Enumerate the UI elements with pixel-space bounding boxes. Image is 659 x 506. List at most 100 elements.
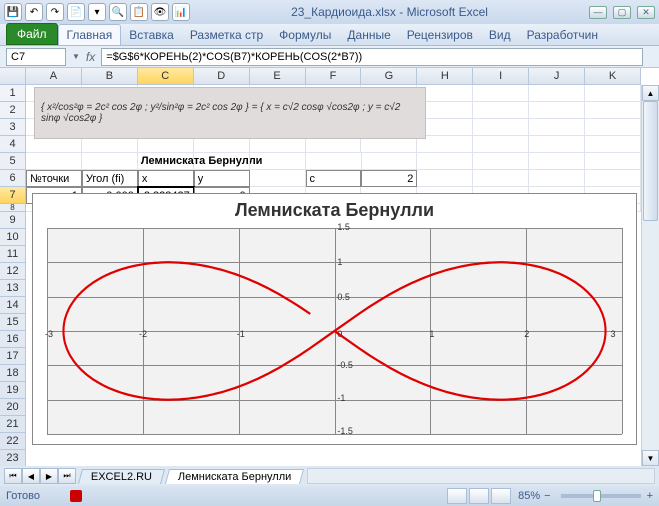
row-header[interactable]: 23 (0, 450, 25, 467)
vertical-scrollbar[interactable]: ▲ ▼ (641, 85, 659, 466)
qat-icon-4[interactable]: 📋 (130, 3, 148, 21)
row-header[interactable]: 21 (0, 416, 25, 433)
name-box[interactable]: C7 (6, 48, 66, 66)
sheet-tab-lemniscate[interactable]: Лемниската Бернулли (165, 469, 304, 484)
col-header-g[interactable]: G (361, 68, 417, 84)
status-ready: Готово (6, 490, 40, 502)
col-header-c[interactable]: C (138, 68, 194, 84)
row-header[interactable]: 22 (0, 433, 25, 450)
tab-view[interactable]: Вид (481, 25, 519, 45)
window-title: 23_Кардиоида.xlsx - Microsoft Excel (190, 5, 589, 19)
col-header-h[interactable]: H (417, 68, 473, 84)
col-header-i[interactable]: I (473, 68, 529, 84)
cell-g6[interactable]: 2 (361, 170, 417, 187)
macro-record-icon[interactable] (70, 490, 82, 502)
horizontal-scrollbar[interactable] (307, 468, 655, 484)
scroll-thumb[interactable] (643, 101, 658, 221)
fx-label[interactable]: fx (86, 50, 95, 64)
row-header[interactable]: 4 (0, 136, 25, 153)
undo-icon[interactable]: ↶ (25, 3, 43, 21)
row-header[interactable]: 1 (0, 85, 25, 102)
row-header[interactable]: 11 (0, 246, 25, 263)
row-header[interactable]: 15 (0, 314, 25, 331)
row-header[interactable]: 6 (0, 170, 25, 187)
cell-c5[interactable]: Лемниската Бернулли (138, 153, 194, 170)
view-pagebreak-icon[interactable] (491, 488, 511, 504)
col-header-k[interactable]: K (585, 68, 641, 84)
spreadsheet-grid: A B C D E F G H I J K 1 2 3 4 5 6 7 8 9 … (0, 68, 659, 466)
tab-developer[interactable]: Разработчин (519, 25, 606, 45)
row-header[interactable]: 14 (0, 297, 25, 314)
sheet-nav: ⏮ ◀ ▶ ⏭ (4, 468, 76, 484)
qat-icon-3[interactable]: 🔍 (109, 3, 127, 21)
select-all-corner[interactable] (0, 68, 26, 85)
row-header[interactable]: 12 (0, 263, 25, 280)
zoom-slider[interactable] (561, 494, 641, 498)
row-header[interactable]: 5 (0, 153, 25, 170)
cells-area[interactable]: Лемниската Бернулли №точки Угол (fi) x y… (26, 85, 641, 466)
view-layout-icon[interactable] (469, 488, 489, 504)
tab-review[interactable]: Рецензиров (399, 25, 481, 45)
save-icon[interactable]: 💾 (4, 3, 22, 21)
cell-b6[interactable]: Угол (fi) (82, 170, 138, 187)
tab-formulas[interactable]: Формулы (271, 25, 339, 45)
qat-icon-6[interactable]: 📊 (172, 3, 190, 21)
row-header[interactable]: 18 (0, 365, 25, 382)
row-header[interactable]: 20 (0, 399, 25, 416)
col-header-a[interactable]: A (26, 68, 82, 84)
tab-insert[interactable]: Вставка (121, 25, 182, 45)
redo-icon[interactable]: ↷ (46, 3, 64, 21)
qat-icon-5[interactable]: 👁 (151, 3, 169, 21)
col-header-d[interactable]: D (194, 68, 250, 84)
zoom-thumb[interactable] (593, 490, 601, 502)
col-header-b[interactable]: B (82, 68, 138, 84)
col-header-f[interactable]: F (306, 68, 362, 84)
chart-plot-area: -3 -2 -1 0 1 2 3 1.5 1 0.5 -0.5 -1 -1.5 (47, 228, 622, 434)
sheet-tab-bar: ⏮ ◀ ▶ ⏭ EXCEL2.RU Лемниската Бернулли (0, 466, 659, 486)
row-header[interactable]: 3 (0, 119, 25, 136)
status-bar: Готово 85% − + (0, 486, 659, 506)
ribbon-tabs: Файл Главная Вставка Разметка стр Формул… (0, 24, 659, 46)
sheet-nav-last-icon[interactable]: ⏭ (58, 468, 76, 484)
chart-title: Лемниската Бернулли (33, 194, 636, 223)
row-header[interactable]: 8 (0, 204, 25, 212)
row-header[interactable]: 9 (0, 212, 25, 229)
row-header[interactable]: 7 (0, 187, 25, 204)
row-header[interactable]: 19 (0, 382, 25, 399)
qat-icon-2[interactable]: ▾ (88, 3, 106, 21)
cell-c6[interactable]: x (138, 170, 194, 187)
col-header-j[interactable]: J (529, 68, 585, 84)
cell-a6[interactable]: №точки (26, 170, 82, 187)
minimize-button[interactable]: — (589, 6, 607, 19)
row-header[interactable]: 17 (0, 348, 25, 365)
window-controls: — ▢ ✕ (589, 6, 655, 19)
sheet-nav-first-icon[interactable]: ⏮ (4, 468, 22, 484)
scroll-down-icon[interactable]: ▼ (642, 450, 659, 466)
tab-home[interactable]: Главная (58, 24, 122, 45)
cell-f6[interactable]: c (306, 170, 362, 187)
quick-access-toolbar: 💾 ↶ ↷ 📄 ▾ 🔍 📋 👁 📊 (4, 3, 190, 21)
sheet-nav-prev-icon[interactable]: ◀ (22, 468, 40, 484)
qat-icon-1[interactable]: 📄 (67, 3, 85, 21)
tab-data[interactable]: Данные (339, 25, 398, 45)
row-header[interactable]: 10 (0, 229, 25, 246)
chart-lemniscate[interactable]: Лемниската Бернулли -3 -2 (32, 193, 637, 445)
row-header[interactable]: 16 (0, 331, 25, 348)
view-normal-icon[interactable] (447, 488, 467, 504)
lemniscate-curve (47, 228, 622, 434)
zoom-level: 85% (518, 490, 540, 502)
tab-file[interactable]: Файл (6, 23, 58, 45)
close-button[interactable]: ✕ (637, 6, 655, 19)
tab-layout[interactable]: Разметка стр (182, 25, 271, 45)
row-header[interactable]: 13 (0, 280, 25, 297)
scroll-up-icon[interactable]: ▲ (642, 85, 659, 101)
cell-d6[interactable]: y (194, 170, 250, 187)
row-header[interactable]: 2 (0, 102, 25, 119)
sheet-tab-excel2ru[interactable]: EXCEL2.RU (78, 469, 165, 484)
col-header-e[interactable]: E (250, 68, 306, 84)
name-box-dropdown-icon[interactable]: ▼ (72, 52, 80, 61)
maximize-button[interactable]: ▢ (613, 6, 631, 19)
formula-image: { x²/cos²φ = 2c² cos 2φ ; y²/sin²φ = 2c²… (34, 87, 426, 139)
formula-input[interactable]: =$G$6*КОРЕНЬ(2)*COS(B7)*КОРЕНЬ(COS(2*B7)… (101, 48, 643, 66)
sheet-nav-next-icon[interactable]: ▶ (40, 468, 58, 484)
